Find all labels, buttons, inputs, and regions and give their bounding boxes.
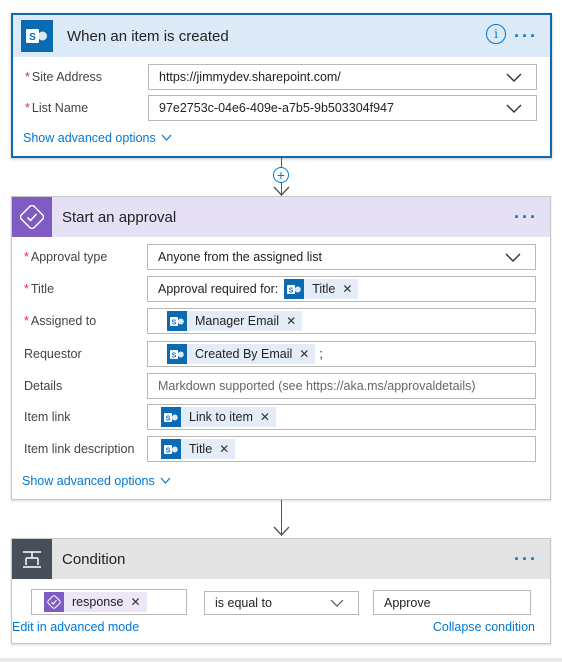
- token-label: Title: [189, 442, 213, 456]
- chevron-down-icon: [161, 134, 172, 141]
- approval-icon: [12, 197, 52, 237]
- chevron-down-icon: [506, 73, 522, 82]
- condition-left-field[interactable]: response ✕: [31, 589, 187, 615]
- svg-text:S: S: [172, 352, 177, 359]
- condition-card: Condition ··· response ✕ is equal to App…: [11, 538, 551, 644]
- trigger-card: S When an item is created i ··· * Site Ad…: [11, 13, 552, 158]
- approval-header[interactable]: Start an approval ···: [12, 197, 550, 237]
- item-link-token: S Link to item ✕: [161, 407, 276, 427]
- sharepoint-icon: S: [21, 20, 53, 52]
- site-address-dropdown[interactable]: https://jimmydev.sharepoint.com/: [148, 64, 537, 90]
- token-label: response: [72, 595, 124, 609]
- condition-icon: [12, 539, 52, 579]
- close-icon[interactable]: ✕: [299, 347, 309, 361]
- assigned-to-field[interactable]: S Manager Email ✕: [147, 308, 536, 334]
- token-label: Created By Email: [195, 347, 293, 361]
- requestor-row: Requestor S Created By Email ✕ ;: [12, 341, 550, 367]
- approval-show-advanced-link[interactable]: Show advanced options: [22, 474, 171, 488]
- chevron-down-icon: [506, 104, 522, 113]
- condition-header[interactable]: Condition ···: [12, 539, 550, 579]
- response-token: response ✕: [44, 592, 147, 612]
- bottom-divider: [0, 658, 562, 662]
- chevron-down-icon: [505, 253, 521, 262]
- chevron-down-icon: [330, 599, 344, 607]
- sharepoint-icon: S: [161, 439, 181, 459]
- more-icon[interactable]: ···: [514, 15, 538, 57]
- condition-right-value: Approve: [384, 595, 431, 610]
- title-field[interactable]: Approval required for: S Title ✕: [147, 276, 536, 302]
- token-label: Title: [312, 282, 336, 296]
- close-icon[interactable]: ✕: [130, 595, 140, 609]
- site-address-label: * Site Address: [25, 70, 103, 84]
- arrow-down-icon: [273, 526, 290, 536]
- details-input[interactable]: Markdown supported (see https://aka.ms/a…: [147, 373, 536, 399]
- close-icon[interactable]: ✕: [286, 314, 296, 328]
- approval-title: Start an approval: [62, 208, 177, 226]
- requestor-label: Requestor: [24, 347, 82, 361]
- item-link-label: Item link: [24, 410, 71, 424]
- token-label: Manager Email: [195, 314, 280, 328]
- requestor-field[interactable]: S Created By Email ✕ ;: [147, 341, 536, 367]
- trigger-title: When an item is created: [67, 27, 229, 45]
- details-row: Details Markdown supported (see https://…: [12, 373, 550, 399]
- svg-text:S: S: [29, 32, 36, 43]
- sharepoint-icon: S: [167, 311, 187, 331]
- operator-value: is equal to: [215, 596, 272, 610]
- approval-type-dropdown[interactable]: Anyone from the assigned list: [147, 244, 536, 270]
- more-icon[interactable]: ···: [514, 197, 538, 237]
- arrow-down-icon: [273, 186, 290, 196]
- site-address-value: https://jimmydev.sharepoint.com/: [159, 70, 341, 84]
- svg-text:S: S: [172, 319, 177, 326]
- approval-type-label: * Approval type: [24, 250, 108, 264]
- sharepoint-icon: S: [161, 407, 181, 427]
- title-label: * Title: [24, 282, 55, 296]
- trigger-show-advanced-link[interactable]: Show advanced options: [23, 131, 172, 145]
- svg-text:S: S: [166, 415, 171, 422]
- add-step-icon[interactable]: +: [273, 167, 289, 183]
- assigned-to-row: * Assigned to S Manager Email ✕: [12, 308, 550, 334]
- assigned-to-label: * Assigned to: [24, 314, 97, 328]
- approval-type-value: Anyone from the assigned list: [158, 250, 322, 264]
- list-name-row: * List Name 97e2753c-04e6-409e-a7b5-9b503…: [13, 95, 550, 121]
- info-icon[interactable]: i: [486, 24, 506, 44]
- requestor-token: S Created By Email ✕: [167, 344, 316, 364]
- trigger-header[interactable]: S When an item is created i ···: [13, 15, 550, 57]
- condition-operator-dropdown[interactable]: is equal to: [204, 591, 359, 615]
- close-icon[interactable]: ✕: [260, 410, 270, 424]
- chevron-down-icon: [160, 477, 171, 484]
- details-label: Details: [24, 379, 63, 393]
- item-link-description-field[interactable]: S Title ✕: [147, 436, 536, 462]
- item-link-description-row: Item link description S Title ✕: [12, 436, 550, 462]
- token-label: Link to item: [189, 410, 253, 424]
- title-prefix: Approval required for:: [158, 282, 279, 296]
- approval-icon: [44, 592, 64, 612]
- item-link-description-token: S Title ✕: [161, 439, 236, 459]
- approval-type-row: * Approval type Anyone from the assigned …: [12, 244, 550, 270]
- approval-card: Start an approval ··· * Approval type Any…: [11, 196, 551, 500]
- sharepoint-icon: S: [167, 344, 187, 364]
- collapse-condition-link[interactable]: Collapse condition: [433, 620, 535, 634]
- sharepoint-icon: S: [284, 279, 305, 299]
- site-address-row: * Site Address https://jimmydev.sharepoin…: [13, 64, 550, 90]
- title-row: * Title Approval required for: S Title ✕: [12, 276, 550, 302]
- title-token: S Title ✕: [284, 279, 359, 299]
- list-name-value: 97e2753c-04e6-409e-a7b5-9b503304f947: [159, 101, 394, 115]
- item-link-description-label: Item link description: [24, 442, 135, 456]
- edit-advanced-mode-link[interactable]: Edit in advanced mode: [12, 620, 139, 634]
- list-name-dropdown[interactable]: 97e2753c-04e6-409e-a7b5-9b503304f947: [148, 95, 537, 121]
- close-icon[interactable]: ✕: [219, 442, 229, 456]
- condition-right-input[interactable]: Approve: [373, 590, 531, 615]
- requestor-suffix: ;: [319, 347, 323, 361]
- close-icon[interactable]: ✕: [342, 282, 352, 296]
- details-placeholder: Markdown supported (see https://aka.ms/a…: [158, 379, 476, 393]
- item-link-row: Item link S Link to item ✕: [12, 404, 550, 430]
- assigned-to-token: S Manager Email ✕: [167, 311, 303, 331]
- svg-text:S: S: [289, 287, 294, 294]
- more-icon[interactable]: ···: [514, 539, 538, 579]
- condition-title: Condition: [62, 550, 126, 568]
- list-name-label: * List Name: [25, 101, 89, 115]
- item-link-field[interactable]: S Link to item ✕: [147, 404, 536, 430]
- svg-text:S: S: [166, 447, 171, 454]
